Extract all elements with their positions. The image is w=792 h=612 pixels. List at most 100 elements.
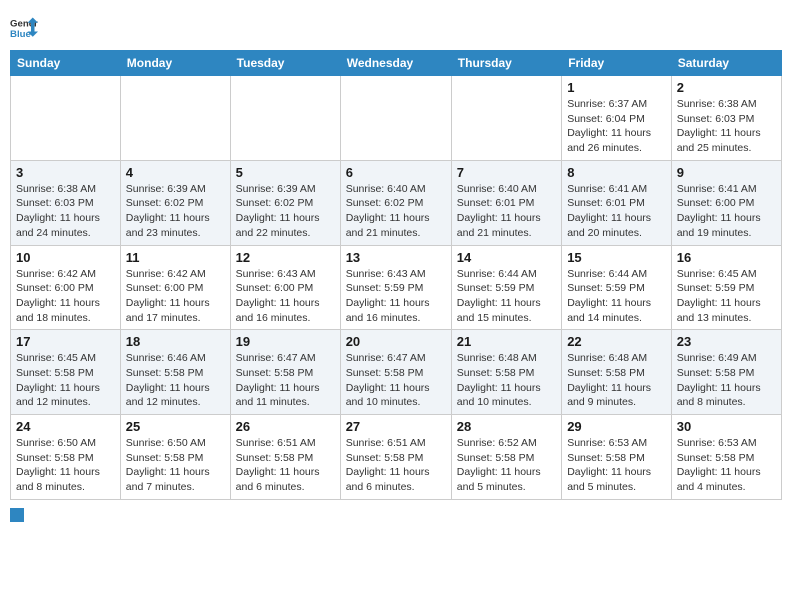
calendar-cell xyxy=(11,76,121,161)
calendar-cell: 30Sunrise: 6:53 AM Sunset: 5:58 PM Dayli… xyxy=(671,415,781,500)
week-row-3: 17Sunrise: 6:45 AM Sunset: 5:58 PM Dayli… xyxy=(11,330,782,415)
day-number: 8 xyxy=(567,165,666,180)
day-number: 18 xyxy=(126,334,225,349)
calendar-cell: 15 Sunrise: 6:44 AM Sunset: 5:59 PM Dayli… xyxy=(562,245,672,330)
day-number: 26 xyxy=(236,419,335,434)
calendar-cell: 24 Sunrise: 6:50 AM Sunset: 5:58 PM Dayli… xyxy=(11,415,121,500)
legend-area xyxy=(10,508,782,522)
day-info: Sunrise: 6:39 AM Sunset: 6:02 PM Dayligh… xyxy=(236,183,320,239)
day-number: 21 xyxy=(457,334,556,349)
day-number: 22 xyxy=(567,334,666,349)
calendar-cell: 29 Sunrise: 6:53 AM Sunset: 5:58 PM Dayli… xyxy=(562,415,672,500)
day-header-sunday: Sunday xyxy=(11,51,121,76)
day-info: Sunrise: 6:38 AM Sunset: 6:03 PM Dayligh… xyxy=(16,183,100,239)
day-number: 12 xyxy=(236,250,335,265)
day-info: Sunrise: 6:53 AM Sunset: 5:58 PM Dayligh… xyxy=(677,437,761,493)
calendar-cell: 27 Sunrise: 6:51 AM Sunset: 5:58 PM Dayli… xyxy=(340,415,451,500)
calendar-cell: 3Sunrise: 6:38 AM Sunset: 6:03 PM Daylig… xyxy=(11,160,121,245)
day-number: 14 xyxy=(457,250,556,265)
day-info: Sunrise: 6:42 AM Sunset: 6:00 PM Dayligh… xyxy=(16,268,100,324)
day-number: 9 xyxy=(677,165,776,180)
day-header-wednesday: Wednesday xyxy=(340,51,451,76)
calendar-table: SundayMondayTuesdayWednesdayThursdayFrid… xyxy=(10,50,782,500)
day-number: 13 xyxy=(346,250,446,265)
day-info: Sunrise: 6:38 AM Sunset: 6:03 PM Dayligh… xyxy=(677,98,761,154)
calendar-cell: 2 Sunrise: 6:38 AM Sunset: 6:03 PM Daylig… xyxy=(671,76,781,161)
calendar-cell: 28 Sunrise: 6:52 AM Sunset: 5:58 PM Dayli… xyxy=(451,415,561,500)
day-info: Sunrise: 6:48 AM Sunset: 5:58 PM Dayligh… xyxy=(457,352,541,408)
calendar-cell: 25 Sunrise: 6:50 AM Sunset: 5:58 PM Dayli… xyxy=(120,415,230,500)
day-number: 24 xyxy=(16,419,115,434)
day-info: Sunrise: 6:50 AM Sunset: 5:58 PM Dayligh… xyxy=(126,437,210,493)
day-header-friday: Friday xyxy=(562,51,672,76)
svg-text:Blue: Blue xyxy=(10,29,31,40)
calendar-cell: 7Sunrise: 6:40 AM Sunset: 6:01 PM Daylig… xyxy=(451,160,561,245)
day-number: 2 xyxy=(677,80,776,95)
day-header-thursday: Thursday xyxy=(451,51,561,76)
day-info: Sunrise: 6:42 AM Sunset: 6:00 PM Dayligh… xyxy=(126,268,210,324)
calendar-cell: 5 Sunrise: 6:39 AM Sunset: 6:02 PM Daylig… xyxy=(230,160,340,245)
day-number: 28 xyxy=(457,419,556,434)
day-info: Sunrise: 6:48 AM Sunset: 5:58 PM Dayligh… xyxy=(567,352,651,408)
day-info: Sunrise: 6:40 AM Sunset: 6:02 PM Dayligh… xyxy=(346,183,430,239)
calendar-cell: 22 Sunrise: 6:48 AM Sunset: 5:58 PM Dayli… xyxy=(562,330,672,415)
calendar-cell: 13 Sunrise: 6:43 AM Sunset: 5:59 PM Dayli… xyxy=(340,245,451,330)
calendar-cell: 12 Sunrise: 6:43 AM Sunset: 6:00 PM Dayli… xyxy=(230,245,340,330)
day-info: Sunrise: 6:47 AM Sunset: 5:58 PM Dayligh… xyxy=(236,352,320,408)
day-info: Sunrise: 6:45 AM Sunset: 5:59 PM Dayligh… xyxy=(677,268,761,324)
calendar-cell: 1Sunrise: 6:37 AM Sunset: 6:04 PM Daylig… xyxy=(562,76,672,161)
calendar-cell: 6 Sunrise: 6:40 AM Sunset: 6:02 PM Daylig… xyxy=(340,160,451,245)
day-number: 6 xyxy=(346,165,446,180)
calendar-cell: 10Sunrise: 6:42 AM Sunset: 6:00 PM Dayli… xyxy=(11,245,121,330)
day-number: 19 xyxy=(236,334,335,349)
day-info: Sunrise: 6:41 AM Sunset: 6:00 PM Dayligh… xyxy=(677,183,761,239)
day-number: 23 xyxy=(677,334,776,349)
day-number: 27 xyxy=(346,419,446,434)
calendar-cell: 19 Sunrise: 6:47 AM Sunset: 5:58 PM Dayli… xyxy=(230,330,340,415)
day-info: Sunrise: 6:41 AM Sunset: 6:01 PM Dayligh… xyxy=(567,183,651,239)
day-info: Sunrise: 6:53 AM Sunset: 5:58 PM Dayligh… xyxy=(567,437,651,493)
day-info: Sunrise: 6:47 AM Sunset: 5:58 PM Dayligh… xyxy=(346,352,430,408)
week-row-2: 10Sunrise: 6:42 AM Sunset: 6:00 PM Dayli… xyxy=(11,245,782,330)
calendar-cell xyxy=(451,76,561,161)
day-number: 7 xyxy=(457,165,556,180)
day-number: 15 xyxy=(567,250,666,265)
calendar-cell: 14 Sunrise: 6:44 AM Sunset: 5:59 PM Dayli… xyxy=(451,245,561,330)
day-number: 4 xyxy=(126,165,225,180)
day-number: 29 xyxy=(567,419,666,434)
calendar-cell xyxy=(340,76,451,161)
day-number: 1 xyxy=(567,80,666,95)
calendar-cell: 20Sunrise: 6:47 AM Sunset: 5:58 PM Dayli… xyxy=(340,330,451,415)
calendar-cell: 18 Sunrise: 6:46 AM Sunset: 5:58 PM Dayli… xyxy=(120,330,230,415)
calendar-cell: 8 Sunrise: 6:41 AM Sunset: 6:01 PM Daylig… xyxy=(562,160,672,245)
day-info: Sunrise: 6:46 AM Sunset: 5:58 PM Dayligh… xyxy=(126,352,210,408)
day-header-monday: Monday xyxy=(120,51,230,76)
calendar-cell xyxy=(230,76,340,161)
day-header-tuesday: Tuesday xyxy=(230,51,340,76)
day-number: 25 xyxy=(126,419,225,434)
legend-color-box xyxy=(10,508,24,522)
day-info: Sunrise: 6:39 AM Sunset: 6:02 PM Dayligh… xyxy=(126,183,210,239)
calendar-cell xyxy=(120,76,230,161)
calendar-cell: 4 Sunrise: 6:39 AM Sunset: 6:02 PM Daylig… xyxy=(120,160,230,245)
day-info: Sunrise: 6:50 AM Sunset: 5:58 PM Dayligh… xyxy=(16,437,100,493)
day-number: 11 xyxy=(126,250,225,265)
calendar-cell: 11 Sunrise: 6:42 AM Sunset: 6:00 PM Dayli… xyxy=(120,245,230,330)
week-row-0: 1Sunrise: 6:37 AM Sunset: 6:04 PM Daylig… xyxy=(11,76,782,161)
calendar-cell: 23 Sunrise: 6:49 AM Sunset: 5:58 PM Dayli… xyxy=(671,330,781,415)
day-header-saturday: Saturday xyxy=(671,51,781,76)
week-row-4: 24 Sunrise: 6:50 AM Sunset: 5:58 PM Dayli… xyxy=(11,415,782,500)
week-row-1: 3Sunrise: 6:38 AM Sunset: 6:03 PM Daylig… xyxy=(11,160,782,245)
day-info: Sunrise: 6:52 AM Sunset: 5:58 PM Dayligh… xyxy=(457,437,541,493)
days-header-row: SundayMondayTuesdayWednesdayThursdayFrid… xyxy=(11,51,782,76)
day-info: Sunrise: 6:49 AM Sunset: 5:58 PM Dayligh… xyxy=(677,352,761,408)
day-info: Sunrise: 6:43 AM Sunset: 6:00 PM Dayligh… xyxy=(236,268,320,324)
calendar-cell: 26Sunrise: 6:51 AM Sunset: 5:58 PM Dayli… xyxy=(230,415,340,500)
day-number: 5 xyxy=(236,165,335,180)
day-info: Sunrise: 6:44 AM Sunset: 5:59 PM Dayligh… xyxy=(567,268,651,324)
day-info: Sunrise: 6:43 AM Sunset: 5:59 PM Dayligh… xyxy=(346,268,430,324)
day-info: Sunrise: 6:51 AM Sunset: 5:58 PM Dayligh… xyxy=(346,437,430,493)
day-info: Sunrise: 6:44 AM Sunset: 5:59 PM Dayligh… xyxy=(457,268,541,324)
day-number: 16 xyxy=(677,250,776,265)
calendar-cell: 17Sunrise: 6:45 AM Sunset: 5:58 PM Dayli… xyxy=(11,330,121,415)
